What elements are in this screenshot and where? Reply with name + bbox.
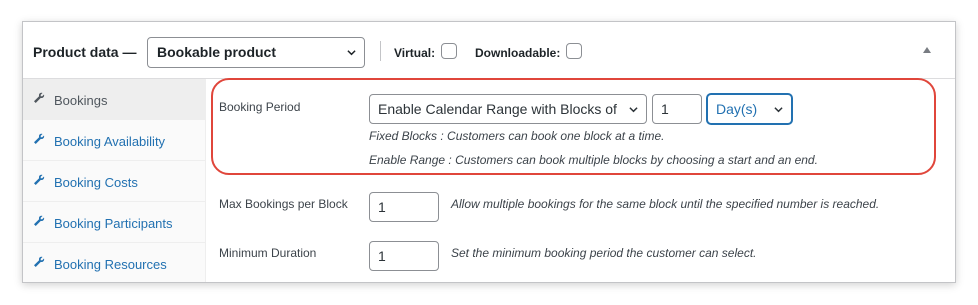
tab-booking-participants[interactable]: Booking Participants — [23, 202, 206, 243]
wrench-icon — [34, 92, 45, 103]
tab-label: Bookings — [54, 93, 108, 108]
product-type-value: Bookable product — [157, 44, 277, 60]
min-duration-description: Set the minimum booking period the custo… — [451, 246, 757, 260]
virtual-checkbox[interactable] — [441, 43, 457, 59]
virtual-label: Virtual: — [394, 46, 436, 60]
product-data-title: Product data — — [33, 44, 137, 60]
tab-label: Booking Availability — [54, 134, 166, 149]
tab-label: Booking Participants — [54, 216, 173, 231]
tab-bookings[interactable]: Bookings — [23, 79, 206, 120]
downloadable-checkbox[interactable] — [566, 43, 582, 59]
triangle-up-icon[interactable] — [923, 47, 931, 53]
min-duration-label: Minimum Duration — [219, 246, 317, 260]
chevron-down-icon — [347, 50, 356, 56]
product-type-select[interactable]: Bookable product — [147, 37, 365, 68]
max-bookings-label: Max Bookings per Block — [219, 197, 348, 211]
product-data-tabs: Bookings Booking Availability Booking Co… — [23, 79, 206, 282]
wrench-icon — [34, 215, 45, 226]
max-bookings-description: Allow multiple bookings for the same blo… — [451, 197, 880, 211]
min-duration-value: 1 — [378, 248, 386, 264]
booking-period-quantity-value: 1 — [661, 101, 669, 117]
booking-period-mode-value: Enable Calendar Range with Blocks of — [378, 101, 617, 117]
chevron-down-icon — [629, 107, 638, 113]
max-bookings-input[interactable]: 1 — [369, 192, 439, 222]
booking-period-quantity-input[interactable]: 1 — [652, 94, 702, 124]
product-data-header: Product data — Bookable product Virtual:… — [23, 22, 955, 79]
booking-period-mode-select[interactable]: Enable Calendar Range with Blocks of — [369, 94, 647, 124]
wrench-icon — [34, 256, 45, 267]
booking-period-range-description: Enable Range : Customers can book multip… — [369, 153, 818, 167]
tab-label: Booking Costs — [54, 175, 138, 190]
wrench-icon — [34, 133, 45, 144]
tab-booking-costs[interactable]: Booking Costs — [23, 161, 206, 202]
min-duration-input[interactable]: 1 — [369, 241, 439, 271]
wrench-icon — [34, 174, 45, 185]
booking-period-fixed-description: Fixed Blocks : Customers can book one bl… — [369, 129, 665, 143]
downloadable-label: Downloadable: — [475, 46, 561, 60]
max-bookings-value: 1 — [378, 199, 386, 215]
tab-booking-availability[interactable]: Booking Availability — [23, 120, 206, 161]
tab-label: Booking Resources — [54, 257, 167, 272]
booking-period-unit-value: Day(s) — [716, 101, 758, 117]
product-data-metabox: Product data — Bookable product Virtual:… — [22, 21, 956, 283]
booking-period-label: Booking Period — [219, 100, 301, 114]
header-divider — [380, 41, 381, 61]
booking-period-unit-select[interactable]: Day(s) — [707, 94, 792, 124]
chevron-down-icon — [774, 107, 783, 113]
tab-booking-resources[interactable]: Booking Resources — [23, 243, 206, 282]
